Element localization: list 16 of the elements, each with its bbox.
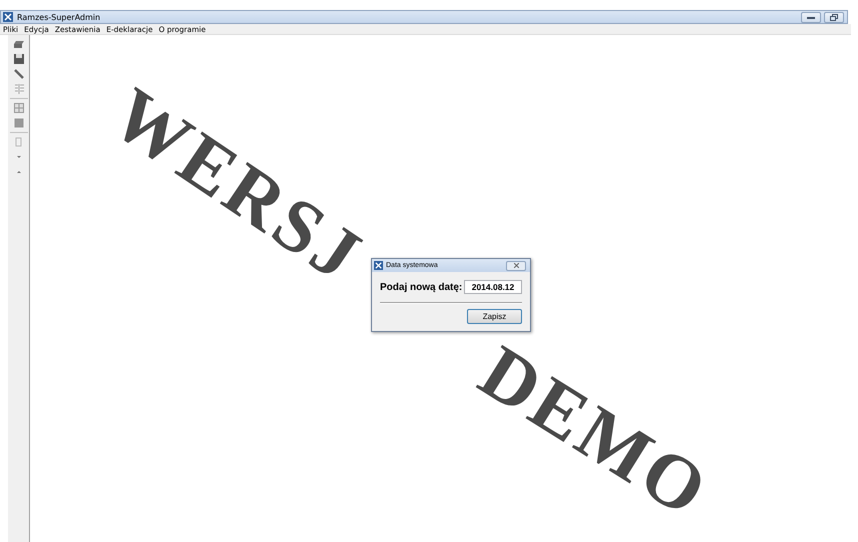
- date-field[interactable]: 2014.08.12: [464, 280, 522, 294]
- minimize-icon: [807, 16, 815, 18]
- app-icon: [3, 12, 13, 22]
- folder-icon[interactable]: [12, 38, 24, 50]
- date-label: Podaj nową datę:: [380, 282, 462, 292]
- restore-button[interactable]: [824, 12, 844, 22]
- save-icon[interactable]: [12, 53, 24, 65]
- square-icon[interactable]: [12, 117, 24, 129]
- minimize-button[interactable]: [801, 12, 821, 22]
- window-title: Ramzes-SuperAdmin: [17, 12, 102, 22]
- save-button[interactable]: Zapisz: [467, 309, 522, 324]
- restore-icon: [830, 14, 838, 20]
- close-icon: [514, 263, 518, 268]
- app-icon: [374, 261, 383, 270]
- grid-icon[interactable]: [12, 102, 24, 114]
- close-button[interactable]: [506, 260, 526, 270]
